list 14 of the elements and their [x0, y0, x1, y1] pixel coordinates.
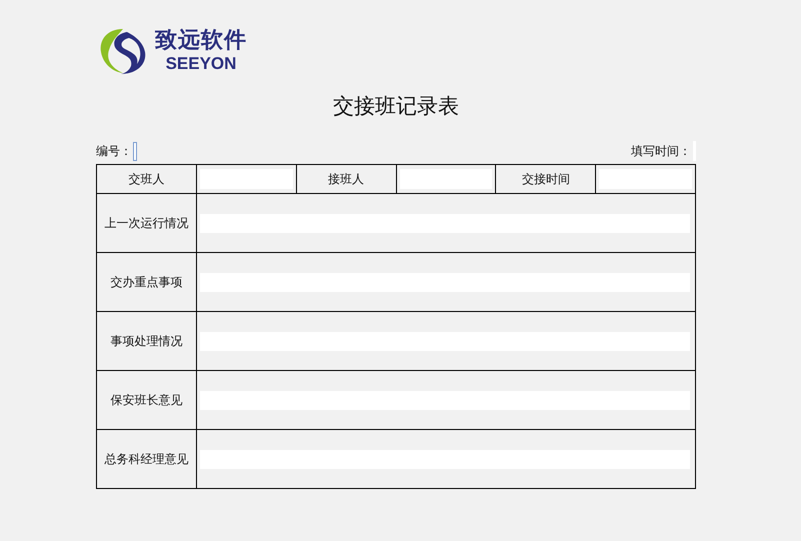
number-label: 编号：: [96, 142, 132, 160]
form-title: 交接班记录表: [332, 93, 460, 120]
row-label: 交办重点事项: [96, 252, 196, 312]
header-cell: 交班人: [96, 164, 196, 194]
number-field[interactable]: [133, 142, 137, 160]
header-cell: 交接时间: [496, 164, 596, 194]
header-cell: 接班人: [296, 164, 396, 194]
row-label: 保安班长意见: [96, 370, 196, 430]
logo-name: 致远软件: [155, 28, 247, 54]
row-label: 总务科经理意见: [96, 430, 196, 488]
row-label: 上一次运行情况: [96, 194, 196, 252]
time-label: 填写时间：: [631, 142, 691, 160]
logo-wordmark: SEEYON: [166, 54, 236, 74]
row-label: 事项处理情况: [96, 312, 196, 370]
